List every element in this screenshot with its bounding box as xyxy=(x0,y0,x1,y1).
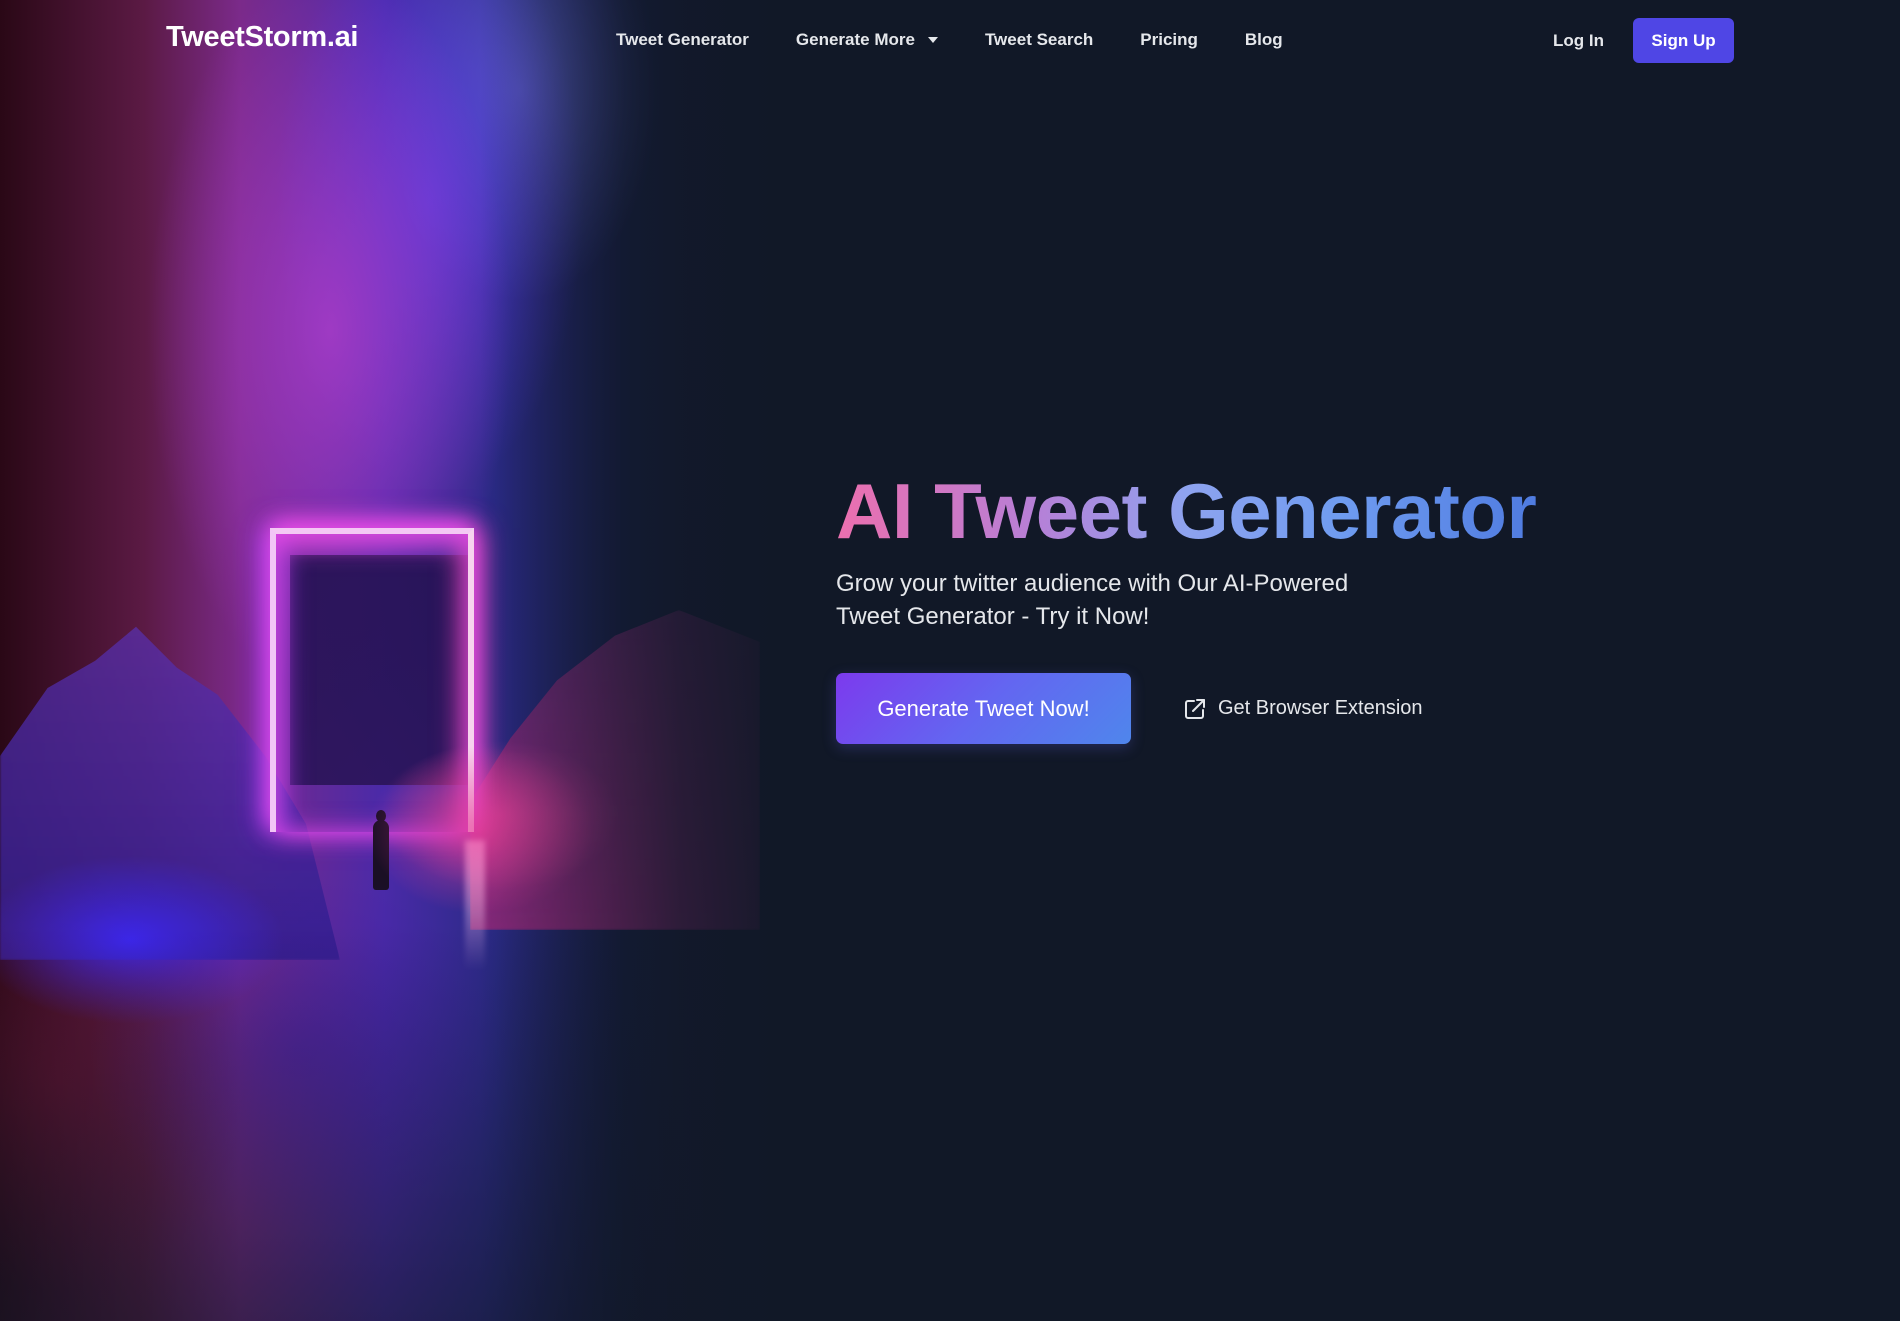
top-nav: TweetStorm.ai Tweet Generator Generate M… xyxy=(0,0,1900,80)
nav-link-tweet-search[interactable]: Tweet Search xyxy=(985,30,1093,50)
brand-logo[interactable]: TweetStorm.ai xyxy=(166,21,358,54)
nav-link-label: Generate More xyxy=(795,30,915,49)
hero-subtitle: Grow your twitter audience with Our AI-P… xyxy=(836,570,1349,630)
illustration-fade-bottom xyxy=(0,0,800,1321)
external-link-icon xyxy=(1185,698,1205,719)
landing-page: TweetStorm.ai Tweet Generator Generate M… xyxy=(0,0,1900,1321)
cta-row: Generate Tweet Now! Get Browser Extensio… xyxy=(836,673,1596,744)
hero-title: AI Tweet Generator xyxy=(836,467,1537,555)
generate-tweet-button[interactable]: Generate Tweet Now! xyxy=(836,673,1131,744)
nav-link-tweet-generator[interactable]: Tweet Generator xyxy=(616,30,749,50)
caret-down-icon xyxy=(927,37,938,43)
nav-link-generate-more[interactable]: Generate More xyxy=(796,30,938,50)
hero-illustration xyxy=(0,0,800,1321)
signup-button[interactable]: Sign Up xyxy=(1633,18,1734,63)
nav-link-blog[interactable]: Blog xyxy=(1245,30,1283,50)
auth-actions: Log In Sign Up xyxy=(1553,18,1734,63)
login-link[interactable]: Log In xyxy=(1553,31,1604,51)
nav-link-label: Tweet Search xyxy=(984,30,1094,49)
nav-link-label: Blog xyxy=(1244,30,1283,49)
hero-section: AI Tweet Generator Grow your twitter aud… xyxy=(836,465,1596,744)
browser-extension-link[interactable]: Get Browser Extension xyxy=(1183,697,1423,721)
nav-link-label: Tweet Generator xyxy=(616,30,749,49)
browser-extension-label: Get Browser Extension xyxy=(1218,697,1423,719)
nav-links: Tweet Generator Generate More Tweet Sear… xyxy=(616,0,1330,80)
nav-link-label: Pricing xyxy=(1140,30,1198,49)
nav-link-pricing[interactable]: Pricing xyxy=(1140,30,1198,50)
